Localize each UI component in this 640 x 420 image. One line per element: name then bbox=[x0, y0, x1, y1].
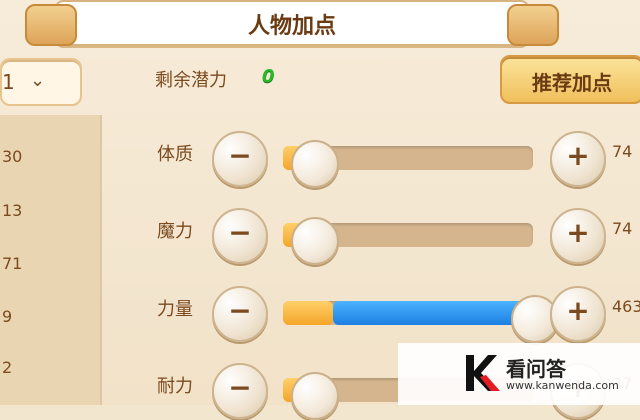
left-selector[interactable]: 1 ⌄ bbox=[0, 58, 82, 106]
left-selector-label: 1 bbox=[2, 70, 15, 94]
plus-icon: + bbox=[566, 294, 590, 327]
minus-icon: − bbox=[228, 371, 252, 404]
title-right-ornament bbox=[507, 4, 559, 46]
watermark-logo-icon bbox=[466, 355, 500, 391]
decrease-button[interactable]: − bbox=[212, 286, 268, 342]
minus-icon: − bbox=[228, 294, 252, 327]
stat-row-constitution: 体质 − + 74 bbox=[0, 128, 640, 188]
chevron-down-icon: ⌄ bbox=[30, 70, 46, 91]
recommend-points-button[interactable]: 推荐加点 bbox=[500, 55, 640, 104]
stat-slider-track[interactable] bbox=[283, 217, 533, 265]
stat-slider-track[interactable] bbox=[283, 295, 559, 343]
stat-slider-overflow bbox=[333, 301, 533, 325]
title-bar: 人物加点 bbox=[25, 0, 559, 46]
decrease-button[interactable]: − bbox=[212, 363, 268, 419]
minus-icon: − bbox=[228, 216, 252, 249]
stat-slider-fill bbox=[283, 301, 333, 325]
stat-slider-track[interactable] bbox=[283, 140, 533, 188]
stat-slider-knob[interactable] bbox=[291, 140, 339, 188]
stat-label: 力量 bbox=[157, 299, 193, 320]
decrease-button[interactable]: − bbox=[212, 208, 268, 264]
recommend-points-label: 推荐加点 bbox=[532, 71, 612, 95]
stat-slider-knob[interactable] bbox=[291, 372, 339, 420]
remaining-points-value: 0 bbox=[262, 66, 275, 87]
minus-icon: − bbox=[228, 139, 252, 172]
page-title: 人物加点 bbox=[247, 14, 336, 39]
stat-label: 魔力 bbox=[157, 221, 193, 242]
stat-value: 74 bbox=[612, 142, 633, 161]
increase-button[interactable]: + bbox=[550, 131, 606, 187]
remaining-points-label: 剩余潜力 bbox=[155, 70, 227, 91]
increase-button[interactable]: + bbox=[550, 208, 606, 264]
stat-label: 体质 bbox=[157, 144, 193, 165]
watermark-subtitle: www.kanwenda.com bbox=[506, 379, 619, 392]
stat-row-magic: 魔力 − + 74 bbox=[0, 205, 640, 265]
stat-row-strength: 力量 − + 463 bbox=[0, 283, 640, 343]
stat-value: 463 bbox=[612, 297, 640, 316]
stat-label: 耐力 bbox=[157, 376, 193, 397]
increase-button[interactable]: + bbox=[550, 286, 606, 342]
stat-value: 74 bbox=[612, 219, 633, 238]
plus-icon: + bbox=[566, 216, 590, 249]
watermark: 看问答 www.kanwenda.com bbox=[398, 343, 640, 405]
watermark-title: 看问答 bbox=[506, 357, 566, 381]
plus-icon: + bbox=[566, 139, 590, 172]
stat-slider-knob[interactable] bbox=[291, 217, 339, 265]
decrease-button[interactable]: − bbox=[212, 131, 268, 187]
